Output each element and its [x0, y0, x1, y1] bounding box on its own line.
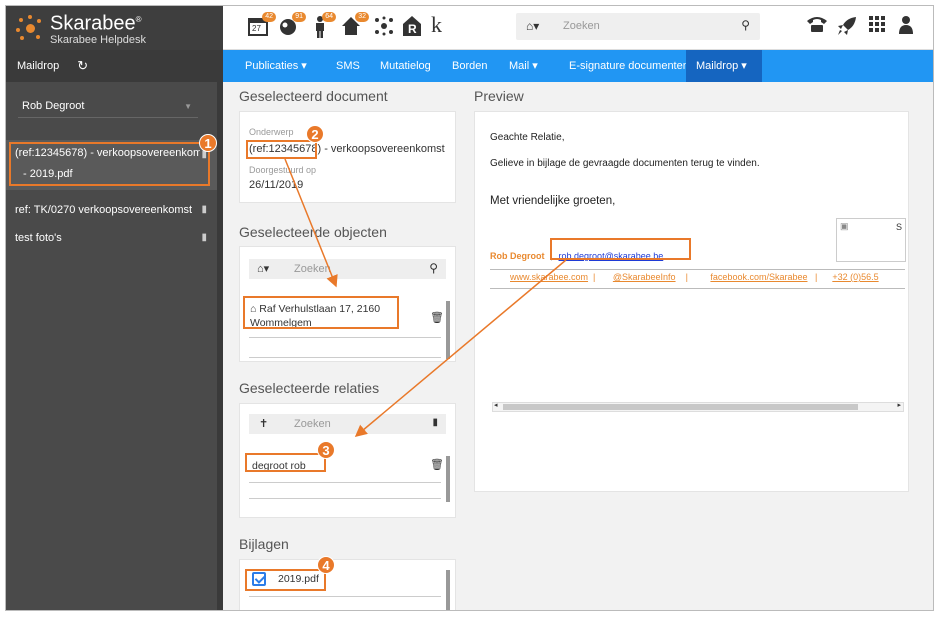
app-window: Skarabee® Skarabee Helpdesk Maildrop ↻ R…: [5, 5, 934, 611]
marker-1: 1: [199, 134, 217, 152]
marker-3: 3: [317, 441, 335, 459]
annotation-arrows: [284, 158, 567, 437]
marker-4: 4: [317, 556, 335, 574]
marker-2: 2: [306, 125, 324, 143]
